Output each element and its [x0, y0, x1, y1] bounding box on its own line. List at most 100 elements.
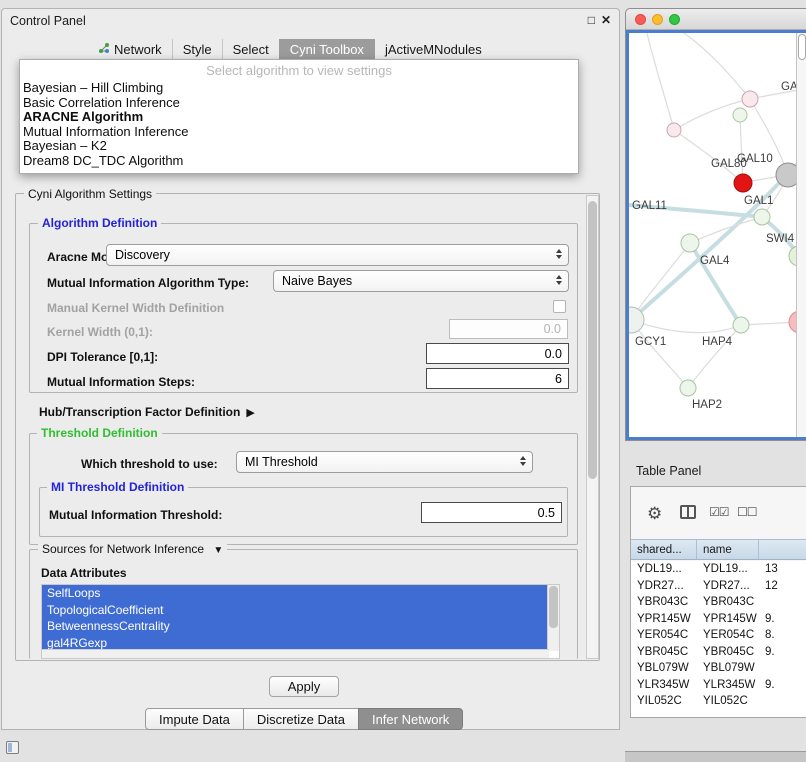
algorithm-option[interactable]: Bayesian – Hill Climbing — [20, 81, 578, 96]
tab-label: Select — [233, 42, 269, 57]
apply-button[interactable]: Apply — [269, 676, 339, 697]
network-window-titlebar[interactable] — [626, 9, 806, 30]
deselect-all-columns-icon[interactable]: ☐☐ — [737, 505, 757, 519]
aracne-mode-combobox[interactable]: Discovery — [106, 244, 569, 266]
mi-threshold-field[interactable]: 0.5 — [421, 502, 562, 523]
combobox-value: MI Threshold — [245, 455, 318, 469]
network-node[interactable] — [734, 174, 752, 192]
node-label: GAL1 — [744, 195, 773, 207]
network-node[interactable] — [680, 380, 696, 396]
tab-discretize-data[interactable]: Discretize Data — [243, 708, 359, 730]
table-row[interactable]: YLR345WYLR345W9. — [631, 677, 806, 694]
table-row[interactable]: YDR27...YDR27...12 — [631, 578, 806, 595]
table-cell: YBR045C — [631, 646, 697, 658]
scrollbar-thumb[interactable] — [588, 201, 597, 479]
table-cell: 9. — [759, 613, 806, 625]
algorithm-option[interactable]: ARACNE Algorithm — [20, 110, 578, 125]
network-canvas[interactable]: GALGAL80GAL10GAL11GAL1SWI4GAL4GCY1HAP4YH… — [626, 30, 806, 440]
table-cell: YBR045C — [697, 646, 759, 658]
algorithm-option[interactable]: Bayesian – K2 — [20, 139, 578, 154]
tab-cyni-toolbox[interactable]: Cyni Toolbox — [279, 39, 374, 59]
table-row[interactable]: YBR043CYBR043C — [631, 594, 806, 611]
network-node[interactable] — [733, 108, 747, 122]
attribute-list-item[interactable]: BetweennessCentrality — [42, 618, 548, 635]
table-cell: YLR345W — [697, 679, 759, 691]
control-panel-window: Control Panel □ ✕ Network Style Select C… — [1, 8, 620, 730]
manual-kernel-width-checkbox[interactable] — [553, 300, 566, 313]
table-cell: YIL052C — [697, 695, 759, 707]
attribute-list-item[interactable]: SelfLoops — [42, 585, 548, 602]
network-node[interactable] — [733, 317, 749, 333]
algorithm-option[interactable]: Basic Correlation Inference — [20, 96, 578, 111]
network-node[interactable] — [681, 234, 699, 252]
network-node[interactable] — [667, 123, 681, 137]
network-edge — [690, 217, 762, 243]
mi-steps-field[interactable]: 6 — [426, 368, 569, 389]
close-traffic-light[interactable] — [635, 14, 646, 25]
network-node[interactable] — [754, 209, 770, 225]
dpi-tolerance-field[interactable]: 0.0 — [426, 343, 569, 364]
which-threshold-combobox[interactable]: MI Threshold — [236, 451, 533, 473]
table-cell: YER054C — [631, 629, 697, 641]
mi-algorithm-type-combobox[interactable]: Naive Bayes — [273, 270, 569, 292]
attributes-hscrollbar[interactable] — [42, 649, 549, 658]
kernel-width-field[interactable]: 0.0 — [449, 319, 568, 339]
scrollbar-thumb[interactable] — [798, 34, 806, 60]
table-cell: YDL19... — [697, 563, 759, 575]
panel-restore-icon[interactable] — [6, 741, 19, 754]
algorithm-placeholder-option[interactable]: Select algorithm to view settings — [20, 60, 578, 81]
tab-jactivemnodules[interactable]: jActiveMNodules — [374, 39, 492, 59]
table-cell: 12 — [759, 580, 806, 592]
table-panel-window: ⚙ ☑☑ ☐☐ shared...name YDL19...YDL19...13… — [630, 486, 806, 718]
node-label: HAP2 — [692, 399, 722, 411]
zoom-traffic-light[interactable] — [669, 14, 680, 25]
combobox-value: Naive Bayes — [282, 274, 352, 288]
hub-transcription-factor-expander[interactable]: Hub/Transcription Factor Definition ▶ — [39, 405, 255, 419]
tab-style[interactable]: Style — [172, 39, 222, 59]
table-row[interactable]: YPR145WYPR145W9. — [631, 611, 806, 628]
scrollbar-thumb[interactable] — [549, 586, 558, 628]
column-header[interactable]: name — [697, 540, 759, 559]
settings-scrollbar[interactable] — [586, 195, 599, 659]
tab-select[interactable]: Select — [222, 39, 279, 59]
gear-icon[interactable]: ⚙ — [647, 505, 662, 522]
kernel-width-label: Kernel Width (0,1): — [47, 325, 153, 339]
column-header[interactable]: shared... — [631, 540, 697, 559]
columns-icon[interactable] — [680, 505, 696, 519]
column-header[interactable] — [759, 540, 806, 559]
float-window-icon[interactable]: □ — [588, 13, 595, 27]
tab-network[interactable]: Network — [88, 39, 172, 59]
attributes-scrollbar[interactable] — [547, 585, 559, 651]
close-window-icon[interactable]: ✕ — [601, 13, 611, 27]
collapsed-expander-icon: ▶ — [246, 406, 254, 419]
attribute-list-item[interactable]: TopologicalCoefficient — [42, 602, 548, 619]
select-all-columns-icon[interactable]: ☑☑ — [709, 505, 729, 519]
table-cell: YBL079W — [697, 662, 759, 674]
tab-label: Network — [114, 42, 162, 57]
tab-infer-network[interactable]: Infer Network — [358, 708, 463, 730]
table-row[interactable]: YBL079WYBL079W — [631, 660, 806, 677]
table-cell: YPR145W — [697, 613, 759, 625]
network-view-window: GALGAL80GAL10GAL11GAL1SWI4GAL4GCY1HAP4YH… — [625, 8, 806, 441]
algorithm-option[interactable]: Mutual Information Inference — [20, 125, 578, 140]
table-cell: 9. — [759, 679, 806, 691]
table-row[interactable]: YIL052CYIL052C — [631, 693, 806, 710]
minimize-traffic-light[interactable] — [652, 14, 663, 25]
table-row[interactable]: YBR045CYBR045C9. — [631, 644, 806, 661]
data-attributes-list: SelfLoopsTopologicalCoefficientBetweenne… — [41, 584, 560, 659]
network-node[interactable] — [742, 91, 758, 107]
algorithm-option-list: Bayesian – Hill ClimbingBasic Correlatio… — [20, 81, 578, 169]
settings-group-title: Cyni Algorithm Settings — [24, 187, 156, 201]
table-row[interactable]: YDL19...YDL19...13 — [631, 561, 806, 578]
table-body: YDL19...YDL19...13YDR27...YDR27...12YBR0… — [631, 561, 806, 717]
table-cell: YER054C — [697, 629, 759, 641]
network-edge — [674, 130, 743, 183]
algorithm-option[interactable]: Dream8 DC_TDC Algorithm — [20, 154, 578, 169]
table-cell: YBL079W — [631, 662, 697, 674]
combobox-stepper-icon — [556, 275, 562, 285]
tab-impute-data[interactable]: Impute Data — [145, 708, 244, 730]
bottom-tab-bar: Impute Data Discretize Data Infer Networ… — [145, 708, 463, 730]
table-row[interactable]: YER054CYER054C8. — [631, 627, 806, 644]
network-scrollbar[interactable] — [796, 33, 806, 437]
sources-expander[interactable]: Sources for Network Inference ▼ — [38, 542, 227, 556]
